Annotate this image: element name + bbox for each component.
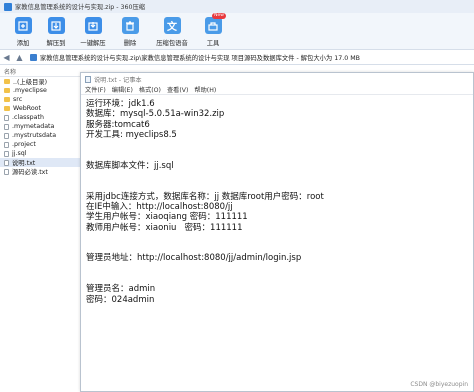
- title-bar: 家教信息管理系统的设计与实现.zip - 360压缩: [0, 0, 474, 13]
- notepad-icon: [85, 75, 91, 83]
- zip-icon: [30, 54, 37, 61]
- archive-path: 家教信息管理系统的设计与实现.zip\家教信息管理系统的设计与实现 项目源码及数…: [40, 55, 360, 62]
- file-name: .classpath: [12, 114, 44, 121]
- file-name: 说明.txt: [12, 160, 36, 167]
- tools-button[interactable]: New 工具: [198, 13, 228, 47]
- folder-icon: [4, 106, 10, 111]
- archive-voice-label: 压缩包语音: [156, 40, 188, 47]
- delete-button[interactable]: 删除: [115, 13, 145, 47]
- notepad-window: 说明.txt - 记事本 文件(F) 编辑(E) 格式(O) 查看(V) 帮助(…: [80, 72, 474, 392]
- voice-icon: 文: [163, 17, 181, 34]
- file-name: 源码必读.txt: [12, 169, 48, 176]
- path-box[interactable]: 家教信息管理系统的设计与实现.zip\家教信息管理系统的设计与实现 项目源码及数…: [30, 52, 360, 63]
- file-icon: [4, 123, 9, 130]
- extract-to-label: 解压到: [46, 40, 66, 47]
- one-click-extract-label: 一键解压: [80, 40, 106, 47]
- menu-help[interactable]: 帮助(H): [194, 85, 216, 94]
- file-name: src: [13, 96, 23, 103]
- tools-icon: [204, 17, 222, 34]
- menu-file[interactable]: 文件(F): [85, 85, 106, 94]
- file-name: .project: [12, 141, 36, 148]
- file-icon: [4, 132, 9, 139]
- file-icon: [4, 168, 9, 175]
- app-icon: [4, 2, 12, 11]
- file-icon: [4, 159, 9, 166]
- file-name: ..(上级目录): [13, 79, 48, 86]
- file-icon: [4, 141, 9, 148]
- notepad-title-bar: 说明.txt - 记事本: [81, 73, 473, 85]
- notepad-menu-bar: 文件(F) 编辑(E) 格式(O) 查看(V) 帮助(H): [81, 85, 473, 95]
- add-button[interactable]: 添加: [8, 13, 38, 47]
- window-title: 家教信息管理系统的设计与实现.zip - 360压缩: [15, 4, 146, 11]
- one-click-extract-button[interactable]: 一键解压: [74, 13, 112, 47]
- folder-icon: [4, 79, 10, 84]
- folder-icon: [4, 88, 10, 93]
- notepad-text-area[interactable]: 运行环境：jdk1.6 数据库：mysql-5.0.51a-win32.zip …: [81, 95, 473, 305]
- menu-edit[interactable]: 编辑(E): [112, 85, 133, 94]
- file-name: .mystrutsdata: [12, 132, 57, 139]
- delete-label: 删除: [123, 40, 137, 47]
- file-row-readme-txt[interactable]: 说明.txt: [0, 158, 80, 167]
- extract-to-button[interactable]: 解压到: [41, 13, 71, 47]
- delete-icon: [121, 17, 139, 34]
- file-icon: [4, 150, 9, 157]
- one-click-extract-icon: [84, 17, 102, 34]
- menu-format[interactable]: 格式(O): [139, 85, 161, 94]
- up-icon[interactable]: ▲: [13, 52, 26, 64]
- archive-voice-button[interactable]: 文 压缩包语音: [151, 13, 193, 47]
- notepad-title: 说明.txt - 记事本: [94, 76, 142, 84]
- add-label: 添加: [16, 40, 30, 47]
- menu-view[interactable]: 查看(V): [167, 85, 188, 94]
- file-name: jj.sql: [12, 150, 27, 157]
- extract-icon: [47, 17, 65, 34]
- file-name: WebRoot: [13, 105, 41, 112]
- add-icon: [14, 17, 32, 34]
- address-bar: ◀ ▲ 家教信息管理系统的设计与实现.zip\家教信息管理系统的设计与实现 项目…: [0, 51, 474, 65]
- file-icon: [4, 114, 9, 121]
- watermark: CSDN @biyezuopin: [410, 381, 468, 388]
- toolbar: 添加 解压到 一键解压 删除 文 压缩包语音 New 工具: [0, 13, 474, 50]
- new-badge: New: [212, 13, 226, 19]
- folder-icon: [4, 97, 10, 102]
- back-icon[interactable]: ◀: [0, 52, 13, 64]
- file-name: .myeclipse: [13, 87, 47, 94]
- tools-label: 工具: [206, 40, 220, 47]
- file-name: .mymetadata: [12, 123, 55, 130]
